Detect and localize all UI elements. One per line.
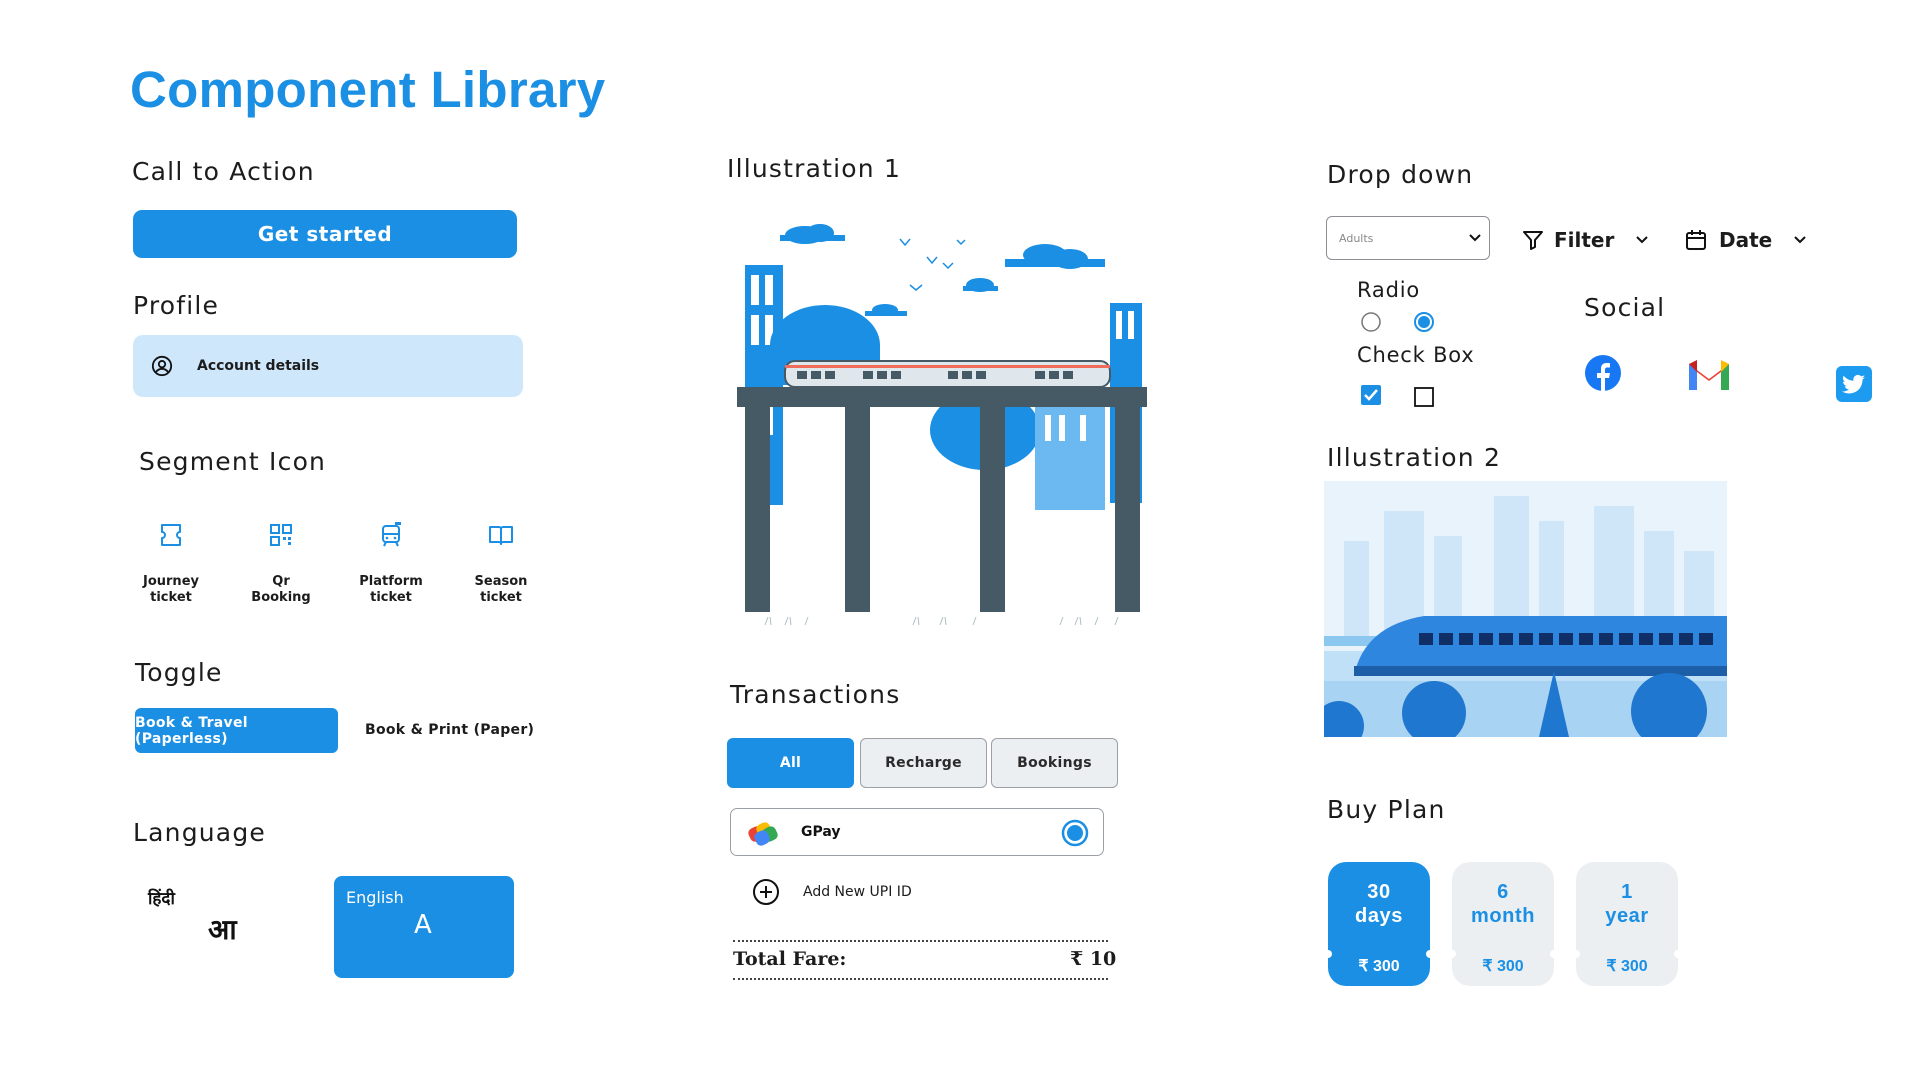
plan-price: ₹ 300 bbox=[1358, 958, 1400, 975]
plan-price: ₹ 300 bbox=[1482, 958, 1524, 975]
divider-bottom bbox=[733, 978, 1108, 980]
facebook-icon[interactable] bbox=[1584, 354, 1622, 392]
section-title-social: Social bbox=[1584, 293, 1666, 322]
adults-select-value: Adults bbox=[1339, 231, 1374, 245]
radio-label: Radio bbox=[1357, 278, 1421, 302]
segment-platform-ticket[interactable]: Platform ticket bbox=[336, 520, 446, 606]
hindi-glyph: आ bbox=[208, 913, 237, 946]
user-circle-icon bbox=[151, 355, 173, 377]
plan-duration: 1 year bbox=[1605, 881, 1649, 927]
payment-option-gpay[interactable]: GPay bbox=[730, 808, 1104, 856]
add-upi-label: Add New UPI ID bbox=[803, 884, 912, 900]
filter-icon bbox=[1523, 231, 1543, 250]
segment-season-ticket[interactable]: Season ticket bbox=[446, 520, 556, 606]
plan-card-6-month[interactable]: 6 month ₹ 300 bbox=[1448, 862, 1558, 986]
radio-unselected[interactable] bbox=[1360, 311, 1382, 333]
ticket-notch-left bbox=[1324, 950, 1332, 958]
calendar-icon bbox=[1686, 230, 1706, 250]
plus-circle-icon bbox=[753, 879, 779, 905]
ticket-notch-right bbox=[1550, 950, 1558, 958]
account-details-item[interactable]: Account details bbox=[133, 335, 523, 397]
english-glyph: A bbox=[414, 910, 432, 940]
checkbox-label: Check Box bbox=[1357, 343, 1475, 367]
plan-duration: 6 month bbox=[1470, 881, 1536, 927]
segment-journey-ticket[interactable]: Journey ticket bbox=[116, 520, 226, 606]
filter-dropdown[interactable]: Filter bbox=[1522, 228, 1649, 252]
section-title-illustration1: Illustration 1 bbox=[727, 154, 902, 183]
twitter-icon[interactable] bbox=[1835, 365, 1873, 403]
add-upi-button[interactable]: Add New UPI ID bbox=[752, 878, 912, 906]
date-dropdown[interactable]: Date bbox=[1685, 228, 1806, 252]
ticket-notch-left bbox=[1572, 950, 1580, 958]
tab-all[interactable]: All bbox=[727, 738, 854, 788]
segment-qr-booking[interactable]: Qr Booking bbox=[226, 520, 336, 606]
section-title-toggle: Toggle bbox=[135, 658, 223, 687]
language-option-english[interactable]: English A bbox=[334, 876, 514, 978]
adults-select[interactable]: Adults bbox=[1326, 216, 1490, 260]
plan-card-30-days[interactable]: 30 days ₹ 300 bbox=[1324, 862, 1434, 986]
checkbox-unchecked[interactable] bbox=[1413, 386, 1435, 408]
toggle-paperless[interactable]: Book & Travel (Paperless) bbox=[135, 708, 338, 753]
tab-recharge[interactable]: Recharge bbox=[860, 738, 987, 788]
ticket-notch-left bbox=[1448, 950, 1456, 958]
plan-duration: 30 days bbox=[1355, 881, 1403, 927]
toggle-paper[interactable]: Book & Print (Paper) bbox=[365, 722, 534, 738]
ticket-notch-right bbox=[1426, 950, 1434, 958]
segment-icon-group: Journey ticket Qr Booking Platform ticke… bbox=[116, 520, 556, 606]
total-fare-value: ₹ 10 bbox=[1070, 948, 1117, 970]
english-label: English bbox=[346, 888, 404, 907]
gmail-icon[interactable] bbox=[1686, 356, 1732, 392]
radio-selected-icon[interactable] bbox=[1061, 819, 1089, 847]
tab-bookings[interactable]: Bookings bbox=[991, 738, 1118, 788]
section-title-profile: Profile bbox=[133, 291, 220, 320]
language-option-hindi[interactable]: हिंदी आ bbox=[140, 880, 310, 970]
bullet-train-illustration bbox=[1324, 481, 1727, 737]
book-icon bbox=[489, 526, 513, 545]
checkbox-checked[interactable] bbox=[1360, 384, 1382, 406]
chevron-down-icon bbox=[1469, 234, 1481, 242]
section-title-transactions: Transactions bbox=[730, 680, 901, 709]
plan-price: ₹ 300 bbox=[1606, 958, 1648, 975]
chevron-down-icon bbox=[1794, 236, 1806, 244]
section-title-dropdown: Drop down bbox=[1327, 160, 1474, 189]
train-icon bbox=[382, 522, 401, 547]
hindi-label: हिंदी bbox=[148, 889, 175, 909]
get-started-button[interactable]: Get started bbox=[133, 210, 517, 258]
total-fare-label: Total Fare: bbox=[733, 948, 847, 970]
qr-code-icon bbox=[270, 524, 292, 546]
ticket-icon bbox=[161, 524, 181, 546]
section-title-illustration2: Illustration 2 bbox=[1327, 443, 1502, 472]
gpay-logo-icon bbox=[748, 822, 778, 846]
page-title: Component Library bbox=[130, 61, 606, 118]
ticket-notch-right bbox=[1674, 950, 1682, 958]
divider-top bbox=[733, 940, 1108, 942]
section-title-buyplan: Buy Plan bbox=[1327, 795, 1446, 824]
section-title-segment: Segment Icon bbox=[139, 447, 327, 476]
section-title-cta: Call to Action bbox=[132, 157, 315, 186]
plan-card-1-year[interactable]: 1 year ₹ 300 bbox=[1572, 862, 1682, 986]
chevron-down-icon bbox=[1636, 236, 1649, 244]
gpay-label: GPay bbox=[801, 824, 841, 840]
metro-bridge-illustration bbox=[737, 224, 1147, 626]
section-title-language: Language bbox=[133, 818, 266, 847]
radio-selected[interactable] bbox=[1413, 311, 1435, 333]
account-details-label: Account details bbox=[197, 358, 320, 374]
